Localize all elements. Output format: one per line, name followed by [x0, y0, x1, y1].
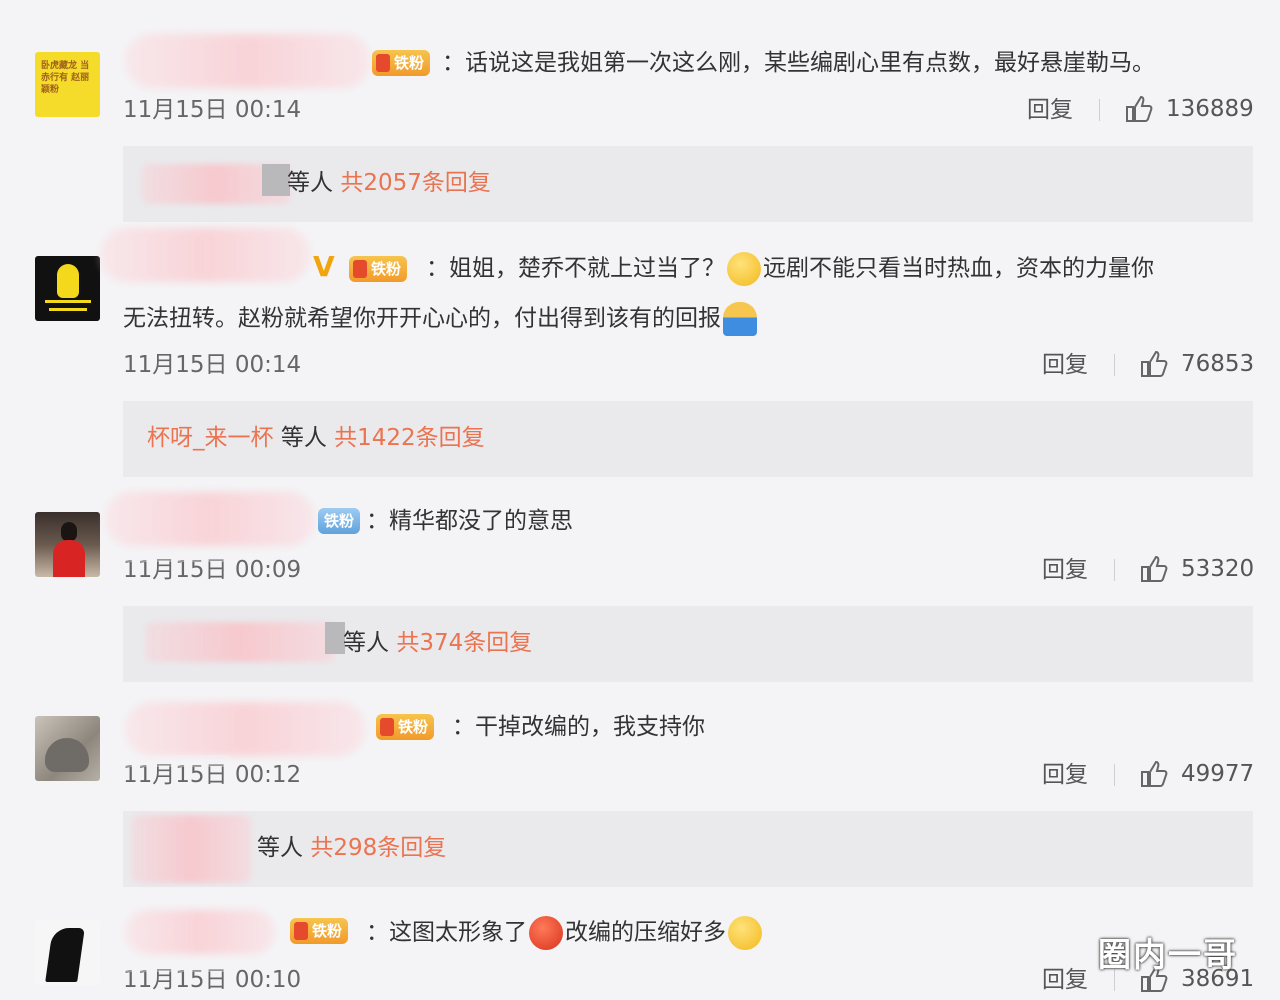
thinking-emoji-icon [728, 916, 762, 950]
fan-badge[interactable]: 铁粉 [376, 714, 435, 740]
reply-button[interactable]: 回复 [1042, 556, 1088, 584]
avatar[interactable] [35, 256, 100, 321]
like-button[interactable]: 53320 [1139, 554, 1254, 584]
avatar-body [53, 540, 85, 577]
like-button[interactable]: 49977 [1139, 759, 1254, 789]
avatar-head [61, 522, 77, 542]
reply-button[interactable]: 回复 [1042, 351, 1088, 379]
time-overlap-mask [120, 755, 230, 767]
fan-badge[interactable]: 铁粉 [372, 50, 431, 76]
comment-text: ：这图太形象了 改编的压缩好多 [366, 916, 764, 950]
like-count: 49977 [1181, 761, 1255, 787]
sub-reply-count[interactable]: 共374条回复 [396, 630, 532, 656]
comment-text-line1: ：姐姐，楚乔不就上过当了？ 远剧不能只看当时热血，资本的力量你 [426, 252, 1154, 286]
like-button[interactable]: 136889 [1124, 94, 1254, 124]
avatar-figure [57, 264, 79, 298]
fan-badge[interactable]: 铁粉 [349, 256, 408, 282]
sub-reply-avatar-mask [262, 164, 290, 196]
sub-reply-summary[interactable]: 杯呀_来一杯 等人 共1422条回复 [147, 423, 485, 453]
avatar[interactable] [35, 512, 100, 577]
avatar[interactable]: 卧虎藏龙 当赤行有 赵丽颖粉 [35, 52, 100, 117]
username-blurred[interactable] [105, 492, 315, 546]
avatar[interactable] [35, 920, 100, 985]
sub-reply-summary[interactable]: 等人 共298条回复 [257, 833, 446, 863]
like-count: 76853 [1181, 351, 1255, 377]
comment-text-line2: 无法扭转。赵粉就希望你开开心心的，付出得到该有的回报 [123, 302, 759, 336]
like-button[interactable]: 76853 [1139, 349, 1254, 379]
sub-reply-user-blurred [145, 622, 335, 662]
comment-time: 11月15日 00:14 [123, 352, 302, 378]
avatar[interactable] [35, 716, 100, 781]
sub-reply-summary[interactable]: 等人 共374条回复 [343, 628, 532, 658]
username-blurred[interactable] [125, 910, 275, 954]
sub-reply-deng: 等人 [287, 170, 333, 196]
sub-reply-deng: 等人 [257, 835, 303, 861]
avatar-bar [45, 300, 91, 303]
comment-time: 11月15日 00:14 [123, 97, 302, 123]
username-blurred[interactable] [125, 702, 365, 756]
sub-reply-user-blurred [131, 815, 251, 883]
reply-button[interactable]: 回复 [1027, 96, 1073, 124]
sub-replies-box[interactable]: 杯呀_来一杯 等人 共1422条回复 [123, 401, 1253, 477]
username-blurred[interactable] [100, 228, 310, 282]
sub-replies-box[interactable]: 等人 共2057条回复 [123, 146, 1253, 222]
comment-text-part: ：这图太形象了 [366, 919, 527, 946]
avatar-bar [49, 308, 87, 311]
comment-text-part: 改编的压缩好多 [565, 919, 726, 946]
divider [1114, 354, 1115, 376]
comment-text-part: ：姐姐，楚乔不就上过当了？ [426, 255, 725, 282]
sub-reply-count[interactable]: 共1422条回复 [334, 425, 485, 451]
laughing-emoji-icon [529, 916, 563, 950]
avatar-logo-text: 卧虎藏龙 当赤行有 赵丽颖粉 [41, 61, 90, 95]
sub-replies-box[interactable]: 等人 共298条回复 [123, 811, 1253, 887]
watermark: 圈内一哥 [1098, 935, 1238, 974]
divider [1114, 764, 1115, 786]
time-overlap-mask [120, 960, 230, 972]
sub-reply-count[interactable]: 共298条回复 [310, 835, 446, 861]
sub-reply-deng: 等人 [280, 425, 327, 451]
verified-v-icon: V [313, 250, 335, 283]
divider [1099, 99, 1100, 121]
sub-reply-avatar-mask [325, 622, 345, 654]
thumbs-up-icon [1141, 760, 1168, 787]
person-emoji-icon [723, 302, 757, 336]
fan-badge[interactable]: 铁粉 [290, 918, 349, 944]
avatar-silhouette [45, 928, 85, 982]
sub-reply-user[interactable]: 杯呀_来一杯 [147, 425, 274, 451]
sub-replies-box[interactable]: 等人 共374条回复 [123, 606, 1253, 682]
username-blurred[interactable] [125, 34, 370, 88]
thumbs-up-icon [1141, 555, 1168, 582]
thumbs-up-icon [1141, 350, 1168, 377]
comment-text: ：干掉改编的，我支持你 [452, 714, 705, 740]
thinking-emoji-icon [727, 252, 761, 286]
comment-text-part: 远剧不能只看当时热血，资本的力量你 [763, 255, 1154, 282]
like-count: 136889 [1166, 96, 1254, 122]
thumbs-up-icon [1126, 95, 1153, 122]
sub-reply-summary[interactable]: 等人 共2057条回复 [287, 168, 491, 198]
fan-badge[interactable]: 铁粉 [318, 508, 361, 534]
comment-text: ：精华都没了的意思 [366, 508, 573, 534]
comment-text-part: 无法扭转。赵粉就希望你开开心心的，付出得到该有的回报 [123, 305, 721, 332]
reply-button[interactable]: 回复 [1042, 966, 1088, 994]
divider [1114, 559, 1115, 581]
reply-button[interactable]: 回复 [1042, 761, 1088, 789]
comment-text: ：话说这是我姐第一次这么刚，某些编剧心里有点数，最好悬崖勒马。 [442, 50, 1155, 76]
sub-reply-count[interactable]: 共2057条回复 [340, 170, 491, 196]
like-count: 53320 [1181, 556, 1255, 582]
time-overlap-mask [120, 550, 230, 562]
avatar-cat [45, 738, 89, 772]
sub-reply-deng: 等人 [343, 630, 389, 656]
